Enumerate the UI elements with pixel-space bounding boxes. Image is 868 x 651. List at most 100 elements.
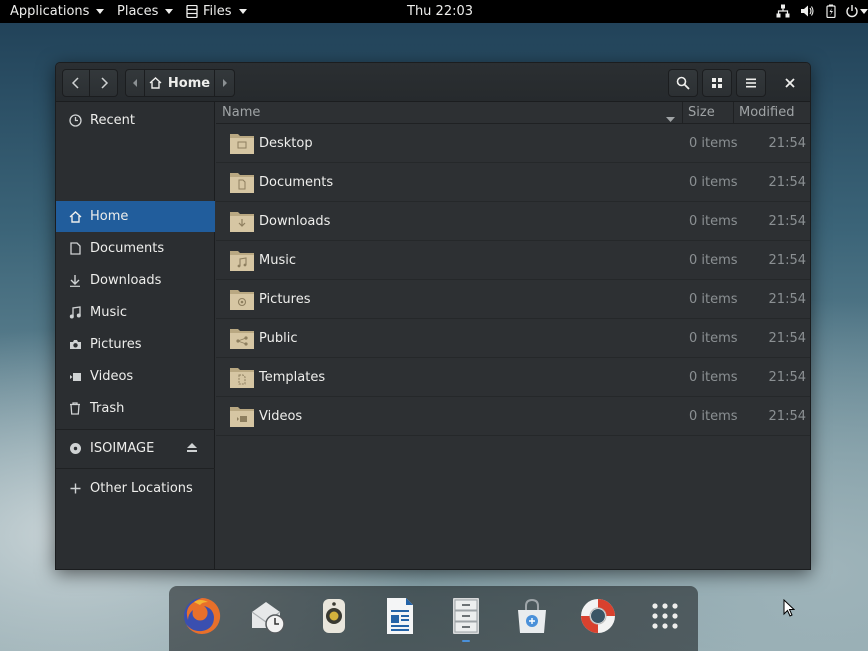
places-label: Places [117,4,159,19]
software-store-icon [518,598,546,633]
file-name: Videos [259,409,303,424]
forward-button[interactable] [90,69,118,97]
dock-software[interactable] [510,594,554,638]
file-size: 0 items [689,292,738,307]
folder-documents-icon [230,173,254,193]
file-name: Downloads [259,214,331,229]
list-item[interactable]: Pictures 0 items 21:54 [216,280,810,319]
battery-icon[interactable] [824,4,838,18]
sidebar-item-isoimage[interactable]: ISOIMAGE [56,433,215,464]
column-modified-header[interactable]: Modified [739,102,794,124]
column-name-header[interactable]: Name [222,102,260,124]
search-button[interactable] [668,69,698,97]
grid-view-icon [712,78,722,88]
list-item[interactable]: Downloads 0 items 21:54 [216,202,810,241]
file-name: Templates [259,370,326,385]
path-scroll-right-button[interactable] [215,69,235,97]
dock-files[interactable] [444,594,488,638]
file-size: 0 items [689,136,738,151]
sidebar-item-downloads[interactable]: Downloads [56,265,215,296]
file-name: Documents [259,175,334,190]
dock-help[interactable] [576,594,620,638]
sidebar-item-recent[interactable]: Recent [56,105,215,136]
arrow-right-icon [222,79,227,87]
arrow-left-icon [133,79,137,87]
clock-label: Thu 22:03 [407,4,474,19]
list-item[interactable]: Desktop 0 items 21:54 [216,124,810,163]
file-cabinet-icon [186,5,198,18]
file-modified: 21:54 [768,409,806,424]
file-modified: 21:54 [768,253,806,268]
files-app-menu[interactable]: Files [186,0,247,23]
sidebar-item-home[interactable]: Home [56,201,215,232]
sidebar: Recent Home Documents Downloads Music Pi… [56,102,215,569]
file-modified: 21:54 [768,370,806,385]
folder-music-icon [230,251,254,271]
running-indicator [462,640,470,642]
sidebar-item-pictures[interactable]: Pictures [56,329,215,360]
file-size: 0 items [689,331,738,346]
sidebar-item-label: Recent [90,113,135,128]
chevron-down-icon [238,9,247,14]
column-header: Name Size Modified [216,102,810,124]
folder-videos-icon [230,407,254,427]
close-button[interactable] [776,69,804,97]
close-icon [785,78,795,88]
list-item[interactable]: Videos 0 items 21:54 [216,397,810,436]
places-menu[interactable]: Places [117,0,174,23]
list-item[interactable]: Music 0 items 21:54 [216,241,810,280]
mail-clock-icon [251,602,285,634]
dock-mail[interactable] [246,594,290,638]
path-button-home[interactable]: Home [145,69,215,97]
video-icon [68,370,82,384]
network-icon[interactable] [776,4,790,18]
app-grid-icon [652,603,678,629]
sidebar-divider [56,429,215,430]
file-size: 0 items [689,175,738,190]
sidebar-item-label: ISOIMAGE [90,441,155,456]
view-grid-button[interactable] [702,69,732,97]
folder-pictures-icon [230,290,254,310]
file-modified: 21:54 [768,331,806,346]
search-icon [676,76,690,90]
folder-public-icon [230,329,254,349]
file-modified: 21:54 [768,214,806,229]
help-lifebuoy-icon [581,599,615,633]
sidebar-item-documents[interactable]: Documents [56,233,215,264]
sidebar-item-videos[interactable]: Videos [56,361,215,392]
back-button[interactable] [62,69,90,97]
chevron-down-icon [96,9,105,14]
home-icon [149,77,162,89]
column-separator[interactable] [682,102,683,124]
list-item[interactable]: Templates 0 items 21:54 [216,358,810,397]
dock-firefox[interactable] [180,594,224,638]
sidebar-item-other-locations[interactable]: Other Locations [56,473,215,504]
document-icon [68,242,82,256]
clock[interactable]: Thu 22:03 [407,0,473,23]
files-window: Home Recent Home Documents Downloads Mus… [55,62,811,570]
file-modified: 21:54 [768,175,806,190]
file-modified: 21:54 [768,136,806,151]
sidebar-item-label: Music [90,305,127,320]
sidebar-item-trash[interactable]: Trash [56,393,215,424]
list-item[interactable]: Public 0 items 21:54 [216,319,810,358]
column-separator[interactable] [733,102,734,124]
list-item[interactable]: Documents 0 items 21:54 [216,163,810,202]
file-modified: 21:54 [768,292,806,307]
dock-show-apps[interactable] [643,594,687,638]
column-size-header[interactable]: Size [688,102,715,124]
dock-rhythmbox[interactable] [312,594,356,638]
applications-menu[interactable]: Applications [10,0,105,23]
chevron-down-icon[interactable] [860,9,868,14]
menu-button[interactable] [736,69,766,97]
dock-writer[interactable] [378,594,422,638]
top-bar: Applications Places Files Thu 22:03 [0,0,868,23]
power-icon[interactable] [845,4,859,18]
hamburger-menu-icon [746,78,756,88]
sidebar-item-label: Home [90,209,129,224]
sidebar-item-music[interactable]: Music [56,297,215,328]
volume-icon[interactable] [800,4,814,18]
eject-icon[interactable] [186,442,198,457]
path-scroll-left-button[interactable] [125,69,145,97]
header-bar: Home [56,63,810,102]
